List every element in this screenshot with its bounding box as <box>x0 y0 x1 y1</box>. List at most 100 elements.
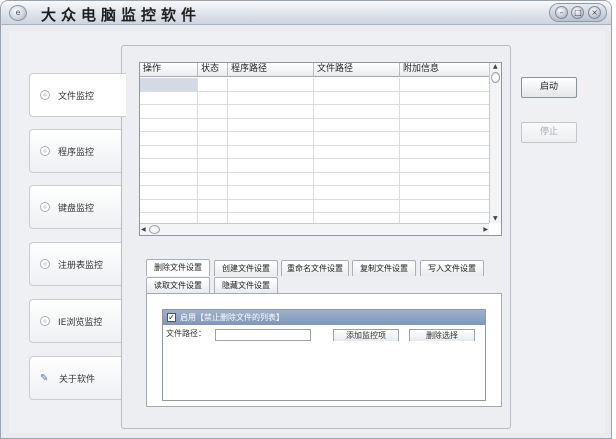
table-row[interactable] <box>140 213 489 223</box>
table-cell[interactable] <box>198 105 228 118</box>
table-cell[interactable] <box>400 159 489 172</box>
column-header[interactable]: 状态 <box>198 63 228 76</box>
horizontal-scrollbar[interactable]: ◀ ▶ <box>140 223 489 235</box>
table-cell[interactable] <box>228 172 314 185</box>
scroll-thumb[interactable] <box>491 72 500 83</box>
table-cell[interactable] <box>314 118 400 131</box>
tab-copy-settings[interactable]: 复制文件设置 <box>352 260 416 276</box>
table-cell[interactable] <box>400 78 489 91</box>
table-cell[interactable] <box>140 91 198 104</box>
table-cell[interactable] <box>314 199 400 212</box>
enable-checkbox[interactable]: ✓ <box>167 313 176 322</box>
table-cell[interactable] <box>314 213 400 223</box>
table-cell[interactable] <box>140 118 198 131</box>
table-cell[interactable] <box>314 159 400 172</box>
monitor-table[interactable]: 操作 状态 程序路径 文件路径 附加信息 ▲ ▼ ◀ ▶ <box>139 62 502 236</box>
title-bar[interactable]: e 大众电脑监控软件 – □ × <box>1 1 611 25</box>
scroll-thumb[interactable] <box>149 225 160 234</box>
column-header[interactable]: 附加信息 <box>400 63 489 76</box>
table-cell[interactable] <box>228 199 314 212</box>
app-icon[interactable]: e <box>9 5 27 21</box>
table-cell[interactable] <box>198 159 228 172</box>
vertical-scrollbar[interactable]: ▲ ▼ <box>489 63 501 223</box>
path-input[interactable] <box>215 329 311 341</box>
tab-delete-settings[interactable]: 删除文件设置 <box>146 259 210 276</box>
table-cell[interactable] <box>198 78 228 91</box>
table-cell[interactable] <box>228 105 314 118</box>
table-cell[interactable] <box>228 78 314 91</box>
table-cell[interactable] <box>198 132 228 145</box>
table-row[interactable] <box>140 91 489 105</box>
close-icon[interactable]: × <box>588 6 602 19</box>
table-cell[interactable] <box>228 145 314 158</box>
table-row[interactable] <box>140 105 489 119</box>
table-cell[interactable] <box>314 91 400 104</box>
table-cell[interactable] <box>228 91 314 104</box>
add-item-button[interactable]: 添加监控项 <box>333 329 399 341</box>
tab-write-settings[interactable]: 写入文件设置 <box>420 260 484 276</box>
table-cell[interactable] <box>140 186 198 199</box>
table-cell[interactable] <box>314 186 400 199</box>
table-cell[interactable] <box>140 132 198 145</box>
table-row[interactable] <box>140 172 489 186</box>
table-cell[interactable] <box>400 200 489 213</box>
sidebar-item-about[interactable]: ✎ 关于软件 <box>29 356 123 400</box>
column-header[interactable]: 文件路径 <box>314 63 400 76</box>
table-cell[interactable] <box>228 132 314 145</box>
table-cell[interactable] <box>140 199 198 212</box>
table-cell[interactable] <box>140 213 198 223</box>
scroll-right-icon[interactable]: ▶ <box>483 226 488 234</box>
table-cell[interactable] <box>140 105 198 118</box>
tab-hide-settings[interactable]: 隐藏文件设置 <box>214 277 278 293</box>
minimize-icon[interactable]: – <box>554 6 568 19</box>
tab-rename-settings[interactable]: 重命名文件设置 <box>281 260 349 276</box>
delete-selected-button[interactable]: 删除选择 <box>409 329 475 341</box>
table-row[interactable] <box>140 145 489 159</box>
table-row[interactable] <box>140 159 489 173</box>
table-cell[interactable] <box>400 213 489 223</box>
table-cell[interactable] <box>400 92 489 105</box>
table-cell[interactable] <box>198 118 228 131</box>
table-cell[interactable] <box>314 78 400 91</box>
table-cell[interactable] <box>228 118 314 131</box>
sidebar-item-ie-monitor[interactable]: IE浏览监控 <box>29 299 123 343</box>
table-cell[interactable] <box>400 146 489 159</box>
sidebar-item-keyboard-monitor[interactable]: 键盘监控 <box>29 185 123 229</box>
column-header[interactable]: 操作 <box>140 63 198 76</box>
table-cell[interactable] <box>140 145 198 158</box>
table-cell[interactable] <box>198 145 228 158</box>
table-cell[interactable] <box>140 159 198 172</box>
table-cell[interactable] <box>400 173 489 186</box>
table-cell[interactable] <box>140 172 198 185</box>
table-cell[interactable] <box>400 186 489 199</box>
table-cell[interactable] <box>198 199 228 212</box>
table-row[interactable] <box>140 186 489 200</box>
table-row[interactable] <box>140 132 489 146</box>
tab-read-settings[interactable]: 读取文件设置 <box>146 277 210 293</box>
table-cell[interactable] <box>140 78 198 91</box>
tab-create-settings[interactable]: 创建文件设置 <box>214 260 278 276</box>
table-cell[interactable] <box>198 213 228 223</box>
table-cell[interactable] <box>400 132 489 145</box>
table-cell[interactable] <box>198 172 228 185</box>
table-cell[interactable] <box>228 186 314 199</box>
sidebar-item-registry-monitor[interactable]: 注册表监控 <box>29 242 123 286</box>
table-cell[interactable] <box>400 105 489 118</box>
table-cell[interactable] <box>400 119 489 132</box>
table-cell[interactable] <box>198 91 228 104</box>
scroll-up-icon[interactable]: ▲ <box>493 63 498 71</box>
table-cell[interactable] <box>314 145 400 158</box>
column-header[interactable]: 程序路径 <box>228 63 314 76</box>
table-row[interactable] <box>140 118 489 132</box>
sidebar-item-file-monitor[interactable]: 文件监控 <box>29 73 126 117</box>
maximize-icon[interactable]: □ <box>571 6 585 19</box>
stop-button[interactable]: 停止 <box>521 122 577 143</box>
table-cell[interactable] <box>314 172 400 185</box>
scroll-down-icon[interactable]: ▼ <box>493 215 498 223</box>
start-button[interactable]: 启动 <box>521 77 577 98</box>
table-cell[interactable] <box>314 105 400 118</box>
table-cell[interactable] <box>314 132 400 145</box>
scroll-left-icon[interactable]: ◀ <box>141 226 146 234</box>
table-row[interactable] <box>140 199 489 213</box>
table-row[interactable] <box>140 78 489 92</box>
